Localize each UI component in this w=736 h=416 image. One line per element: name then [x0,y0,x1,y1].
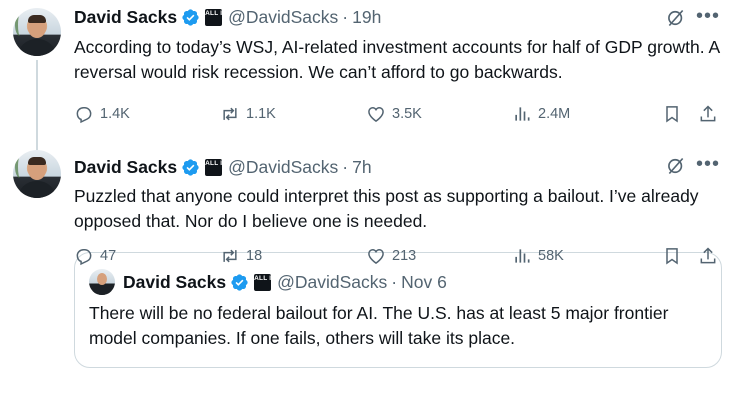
tweet-actions: 1.4K 1.1K 3.5K 2.4M [74,102,724,126]
author-name: David Sacks [123,271,227,292]
quoted-tweet-header: David Sacks ALL IN @DavidSacks · Nov 6 [123,271,447,293]
heart-icon [368,106,384,122]
bookmark-button[interactable] [662,244,682,268]
verified-checkmark-icon [182,8,199,26]
reply-button[interactable]: 1.4K [74,102,130,126]
bookmark-icon [666,106,678,123]
tweet-actions: 47 18 213 58K [74,244,724,268]
like-button[interactable]: 3.5K [366,102,422,126]
separator-dot: · [391,271,398,292]
avatar[interactable] [13,8,61,56]
author-handle[interactable]: @DavidSacks [228,7,338,28]
tweet-header: David Sacks ALL IN @DavidSacks · 19h [74,6,381,28]
author-handle: @DavidSacks [277,271,388,292]
views-button[interactable]: 2.4M [512,102,570,126]
grok-icon[interactable] [666,156,686,176]
tweet-1[interactable]: David Sacks ALL IN @DavidSacks · 19h •••… [0,0,736,140]
tweet-text: According to today’s WSJ, AI-related inv… [74,37,720,82]
tweet-text: Puzzled that anyone could interpret this… [74,186,699,231]
views-count: 58K [538,248,564,264]
bookmark-button[interactable] [662,102,682,126]
repost-count: 18 [246,248,263,264]
affiliate-badge[interactable]: ALL IN [205,158,227,176]
quoted-tweet[interactable]: David Sacks ALL IN @DavidSacks · Nov 6 T… [74,252,722,368]
tweet-2[interactable]: David Sacks ALL IN @DavidSacks · 7h ••• … [0,140,736,416]
share-icon [700,247,716,264]
separator-dot: · [342,156,349,177]
tweet-header: David Sacks ALL IN @DavidSacks · 7h [74,156,372,178]
share-button[interactable] [698,102,718,126]
affiliate-badge[interactable]: ALL IN [205,8,227,26]
heart-icon [368,248,384,264]
grok-icon[interactable] [666,8,686,28]
share-button[interactable] [698,244,718,268]
tweet-time: Nov 6 [401,271,447,292]
author-name[interactable]: David Sacks [74,7,177,28]
separator-dot: · [342,6,349,27]
repost-button[interactable]: 1.1K [220,102,276,126]
more-dots-icon[interactable]: ••• [696,6,720,26]
reply-icon [76,107,92,124]
reply-button[interactable]: 47 [74,244,116,268]
verified-checkmark-icon [231,273,248,291]
reply-count: 1.4K [100,106,130,122]
views-button[interactable]: 58K [512,244,564,268]
author-name[interactable]: David Sacks [74,157,177,178]
quoted-tweet-text: There will be no federal bailout for AI.… [89,303,669,348]
repost-button[interactable]: 18 [220,244,262,268]
tweet-time[interactable]: 19h [352,7,381,28]
views-icon [515,249,530,263]
like-count: 3.5K [392,106,422,122]
avatar [89,269,115,295]
avatar[interactable] [13,150,61,198]
share-icon [700,105,716,122]
affiliate-badge: ALL IN [254,273,276,291]
tweet-time[interactable]: 7h [352,157,371,178]
reply-icon [76,249,92,266]
like-button[interactable]: 213 [366,244,416,268]
author-handle[interactable]: @DavidSacks [228,157,338,178]
verified-checkmark-icon [182,158,199,176]
more-dots-icon[interactable]: ••• [696,154,720,174]
repost-count: 1.1K [246,106,276,122]
like-count: 213 [392,248,417,264]
reply-count: 47 [100,248,117,264]
views-icon [515,107,530,121]
repost-icon [223,249,237,263]
views-count: 2.4M [538,106,571,122]
repost-icon [223,107,237,121]
bookmark-icon [666,248,678,265]
